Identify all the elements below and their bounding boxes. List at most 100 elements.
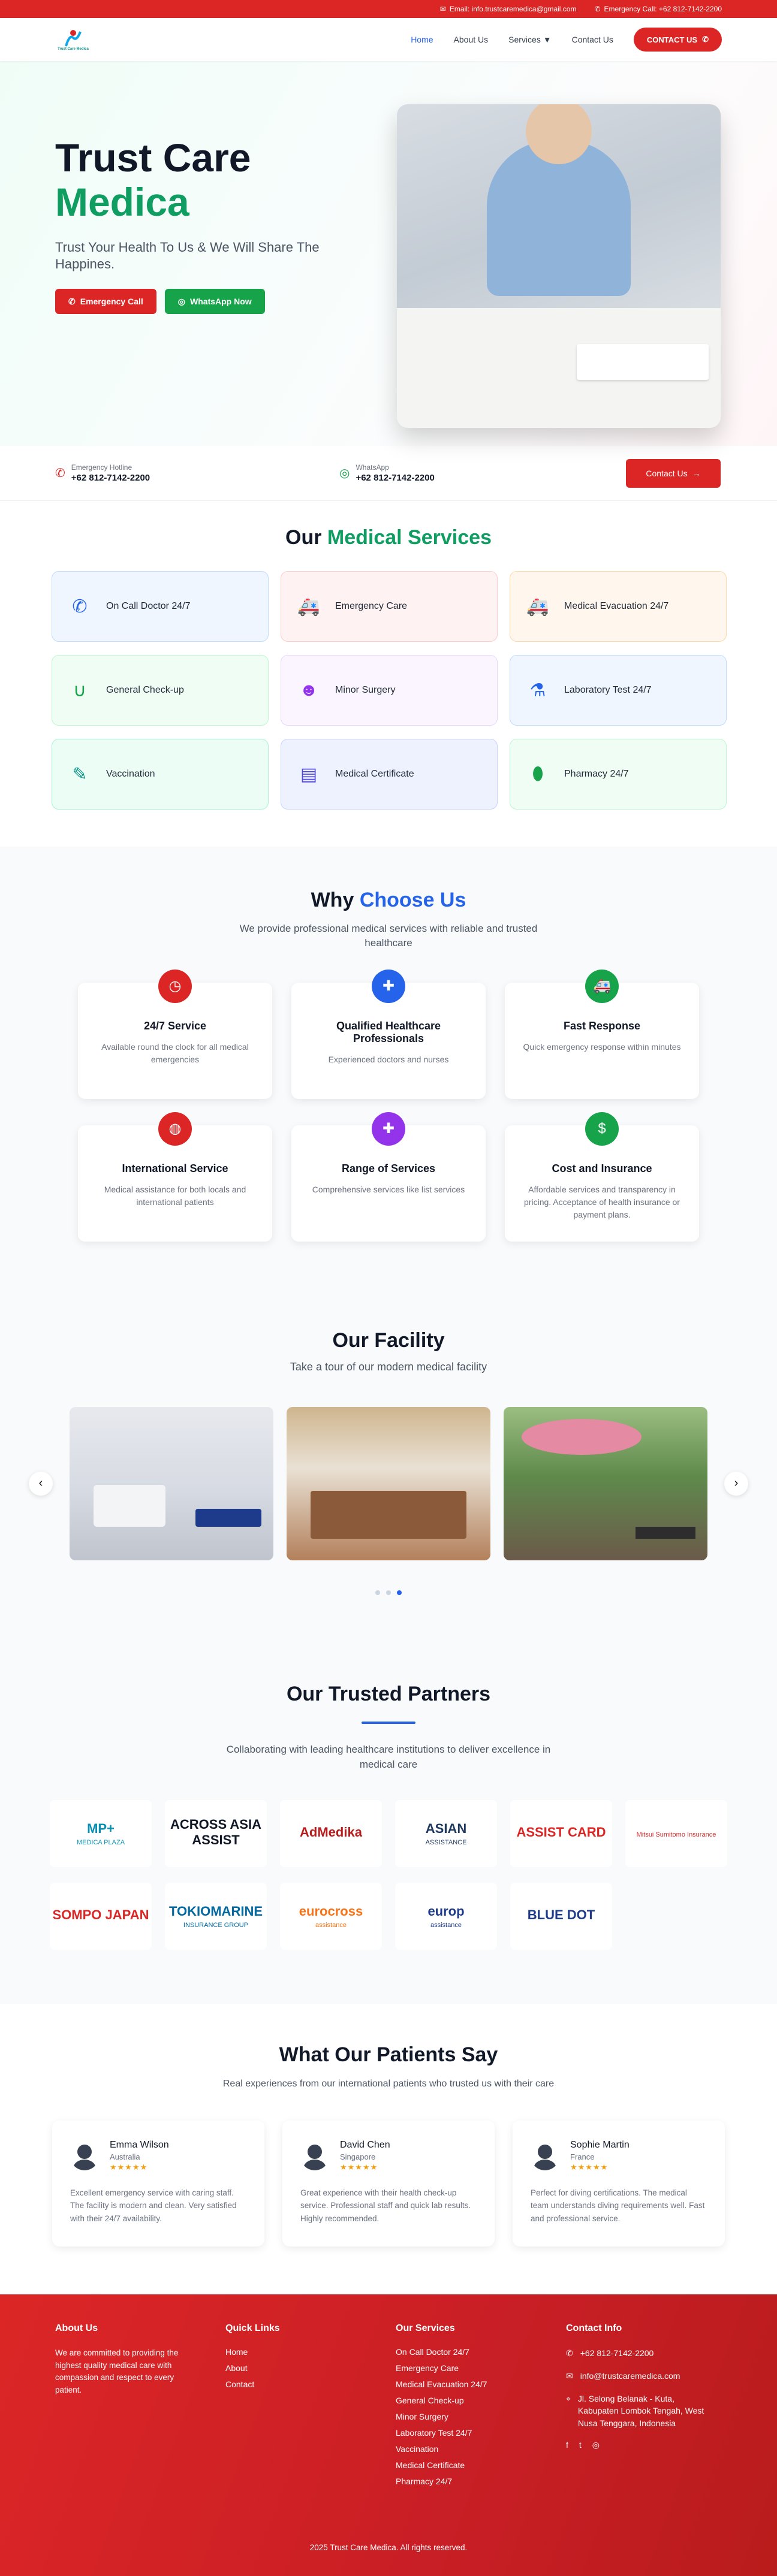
service-card[interactable]: ✆ On Call Doctor 24/7 [52,571,269,642]
slider-dot-3[interactable] [397,1590,402,1595]
footer-link[interactable]: Home [225,2347,396,2357]
slider-dot-2[interactable] [386,1590,391,1595]
service-card[interactable]: ⬮ Pharmacy 24/7 [510,739,727,810]
footer-about: About Us We are committed to providing t… [55,2323,225,2493]
partners-section: Our Trusted Partners Collaborating with … [0,1642,777,2004]
whatsapp-value[interactable]: +62 812-7142-2200 [356,473,434,483]
footer-address: ⌖ Jl. Selong Belanak - Kuta, Kabupaten Lo… [566,2393,736,2429]
instagram-icon[interactable]: ◎ [592,2440,600,2450]
globe-icon: ◍ [158,1112,192,1146]
footer-service-link[interactable]: Vaccination [396,2444,566,2454]
partner-logo-sub: INSURANCE GROUP [183,1921,249,1929]
logo[interactable]: Trust Care Medica [55,25,91,54]
why-card-title: 24/7 Service [143,1019,207,1032]
why-card-title: Range of Services [341,1162,436,1174]
kit-icon: ✚ [372,1112,405,1146]
partner-logo: AdMedika [280,1799,382,1867]
nav-contact[interactable]: Contact Us [572,35,613,44]
footer-service-link[interactable]: Emergency Care [396,2363,566,2373]
service-label: Medical Certificate [335,769,414,779]
service-card[interactable]: ▤ Medical Certificate [281,739,498,810]
service-label: Minor Surgery [335,685,396,695]
partner-logo: ACROSS ASIA ASSIST [165,1799,267,1867]
service-card[interactable]: 🚑 Medical Evacuation 24/7 [510,571,727,642]
reviewer-country: Singapore [340,2152,376,2161]
hotline-value[interactable]: +62 812-7142-2200 [71,473,150,483]
email-info[interactable]: ✉ Email: info.trustcaremedica@gmail.com [440,5,577,13]
surgeon-icon: ☻ [299,680,318,700]
footer-service-link[interactable]: On Call Doctor 24/7 [396,2347,566,2357]
facebook-icon[interactable]: f [566,2440,568,2450]
why-subtitle: We provide professional medical services… [239,923,538,949]
why-card: ✚ Range of Services Comprehensive services… [291,1112,486,1242]
site-header: Trust Care Medica Home About Us Services… [0,18,777,61]
service-card[interactable]: ☻ Minor Surgery [281,655,498,726]
phone-info[interactable]: ✆ Emergency Call: +62 812-7142-2200 [594,5,722,13]
partner-logo: europ assistance [395,1882,497,1950]
header-contact-label: CONTACT US [646,35,698,44]
phone-icon: ✆ [68,296,76,306]
reviews-grid: Emma Wilson Australia ★★★★★ Excellent emerg… [0,2120,777,2246]
nav-home[interactable]: Home [411,35,433,44]
slider-dot-1[interactable] [375,1590,380,1595]
partner-logo-name: SOMPO JAPAN [52,1907,149,1922]
slider-next-button[interactable]: › [724,1471,748,1496]
strip-contact-button[interactable]: Contact Us → [626,458,721,488]
partner-logo: SOMPO JAPAN [50,1882,152,1950]
hero-title-line1: Trust Care [55,135,251,180]
footer-service-link[interactable]: Medical Certificate [396,2460,566,2470]
why-title-b: Choose Us [359,889,466,911]
footer-email-text: info@trustcaremedica.com [580,2370,680,2381]
map-pin-icon: ⌖ [566,2394,571,2404]
footer-services: Our Services On Call Doctor 24/7 Emergenc… [396,2323,566,2493]
whatsapp-button[interactable]: ◎ WhatsApp Now [164,289,265,314]
twitter-icon[interactable]: t [579,2440,582,2450]
mail-icon: ✉ [439,5,446,13]
phone-icon: ✆ [72,596,88,617]
footer-service-link[interactable]: General Check-up [396,2396,566,2405]
service-card[interactable]: ∪ General Check-up [52,655,269,726]
footer-service-link[interactable]: Pharmacy 24/7 [396,2477,566,2486]
topbar-phone: Emergency Call: +62 812-7142-2200 [604,5,722,13]
why-card-text: Quick emergency response within minutes [523,1041,681,1052]
footer-service-link[interactable]: Minor Surgery [396,2412,566,2421]
footer-link[interactable]: Contact [225,2379,396,2389]
header-contact-button[interactable]: CONTACT US ✆ [633,28,722,52]
avatar [300,2141,329,2170]
whatsapp-label: WhatsApp [356,463,389,472]
why-card-text: Medical assistance for both locals and i… [104,1184,246,1207]
facility-title: Our Facility [332,1328,445,1352]
nav-services[interactable]: Services ▼ [508,35,551,44]
partner-logo: ASSIST CARD [510,1799,612,1867]
avatar [531,2141,559,2170]
why-card-title: Fast Response [563,1019,641,1032]
reviewer-name: Emma Wilson [110,2139,169,2150]
services-title-b: Medical Services [327,526,492,549]
reviews-subtitle: Real experiences from our international … [222,2078,555,2089]
reviewer-country: France [570,2152,595,2161]
review-text: Excellent emergency service with caring … [70,2188,237,2223]
facility-section: Our Facility Take a tour of our modern m… [0,1289,777,1643]
footer-phone[interactable]: ✆ +62 812-7142-2200 [566,2347,736,2359]
reviews-section: What Our Patients Say Real experiences f… [0,2004,777,2294]
partner-logo: ASIAN ASSISTANCE [395,1799,497,1867]
facility-slide-pharmacy [287,1406,490,1560]
service-label: Laboratory Test 24/7 [564,685,652,695]
footer-email[interactable]: ✉ info@trustcaremedica.com [566,2370,736,2382]
rating-stars: ★★★★★ [340,2162,378,2172]
slider-prev-button[interactable]: ‹ [29,1471,53,1496]
emergency-call-button[interactable]: ✆ Emergency Call [55,289,156,314]
why-card: 🚑 Fast Response Quick emergency response w… [505,969,699,1099]
footer-service-link[interactable]: Laboratory Test 24/7 [396,2428,566,2438]
service-card[interactable]: ✎ Vaccination [52,739,269,810]
footer-link[interactable]: About [225,2363,396,2373]
nav-about[interactable]: About Us [454,35,489,44]
service-card[interactable]: 🚑 Emergency Care [281,571,498,642]
whatsapp-icon: ◎ [177,296,186,306]
emergency-call-label: Emergency Call [80,297,143,306]
footer-links: Quick Links Home About Contact [225,2323,396,2493]
service-card[interactable]: ⚗ Laboratory Test 24/7 [510,655,727,726]
footer-service-link[interactable]: Medical Evacuation 24/7 [396,2379,566,2389]
reviewer-name: Sophie Martin [570,2139,630,2150]
chevron-left-icon: ‹ [38,1476,43,1490]
